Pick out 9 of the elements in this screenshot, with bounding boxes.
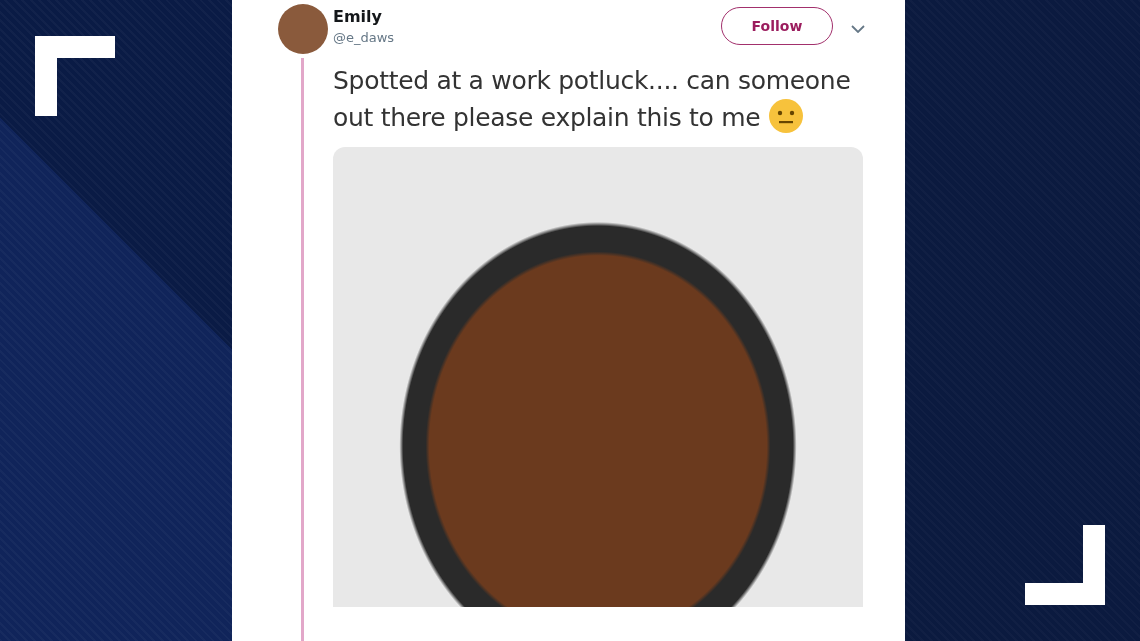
follow-button[interactable]: Follow <box>721 7 833 45</box>
author-name: Emily <box>333 7 383 26</box>
chevron-down-icon[interactable] <box>851 25 865 33</box>
avatar[interactable] <box>277 4 328 54</box>
corner-bracket-icon <box>35 36 115 116</box>
neutral-face-icon <box>767 98 804 134</box>
corner-bracket-icon <box>1025 525 1105 605</box>
author-handle: @e_daws <box>333 30 396 45</box>
tweet-text: Spotted at a work potluck.... can someone out there please explain this to me <box>333 65 852 135</box>
